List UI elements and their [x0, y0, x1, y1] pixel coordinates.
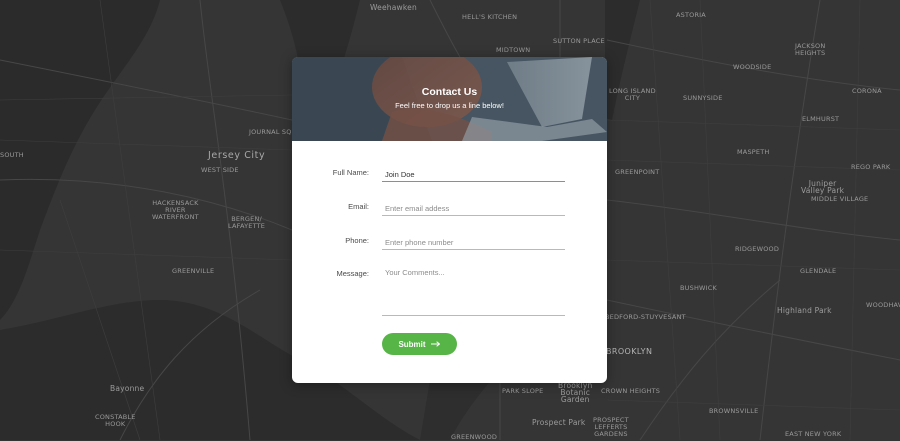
map-label-crown-heights: CROWN HEIGHTS — [601, 387, 661, 395]
contact-header: Contact Us Feel free to drop us a line b… — [292, 57, 607, 141]
map-label-greenpoint: GREENPOINT — [615, 168, 660, 176]
map-label-middle-village: MIDDLE VILLAGE — [811, 195, 869, 203]
map-label-hackensack: HACKENSACK RIVER WATERFRONT — [152, 199, 199, 221]
map-label-elmhurst: ELMHURST — [802, 115, 840, 123]
map-label-brooklyn-botanic: Brooklyn Botanic Garden — [558, 381, 593, 404]
map-label-south-edge: SOUTH — [0, 151, 24, 159]
full-name-field[interactable] — [382, 167, 565, 182]
map-label-east-new-york: EAST NEW YORK — [785, 430, 842, 438]
map-label-astoria: ASTORIA — [676, 11, 706, 19]
contact-card: Contact Us Feel free to drop us a line b… — [292, 57, 607, 383]
map-label-brooklyn: BROOKLYN — [606, 347, 653, 356]
page-subtitle: Feel free to drop us a line below! — [395, 101, 504, 110]
message-label: Message: — [336, 269, 369, 278]
map-label-bushwick: BUSHWICK — [680, 284, 717, 292]
map-label-midtown: MIDTOWN — [496, 46, 531, 54]
map-label-long-island-city: LONG ISLAND CITY — [609, 87, 656, 102]
map-label-bayonne: Bayonne — [110, 384, 145, 393]
full-name-label: Full Name: — [332, 168, 369, 177]
map-label-west-side: WEST SIDE — [201, 166, 239, 174]
map-label-brownsville: BROWNSVILLE — [709, 407, 759, 415]
map-label-highland-park: Highland Park — [777, 306, 832, 315]
map-label-weehawken: Weehawken — [370, 3, 417, 12]
map-label-constable-hook: CONSTABLE HOOK — [95, 413, 136, 428]
map-label-jersey-city: Jersey City — [208, 150, 266, 161]
email-field[interactable] — [382, 201, 565, 216]
map-label-sunnyside: SUNNYSIDE — [683, 94, 723, 102]
map-label-corona: CORONA — [852, 87, 882, 95]
email-label: Email: — [348, 202, 369, 211]
map-label-prospect-lefferts: PROSPECT LEFFERTS GARDENS — [593, 416, 629, 438]
arrow-right-icon — [430, 341, 440, 347]
map-label-bed-stuy: BEDFORD-STUYVESANT — [605, 313, 686, 321]
message-field[interactable] — [382, 268, 565, 316]
map-label-woodside: WOODSIDE — [733, 63, 772, 71]
map-label-juniper-valley: Juniper Valley Park — [801, 179, 845, 195]
laptop-photo — [292, 57, 607, 141]
submit-label: Submit — [398, 339, 426, 349]
map-label-prospect-park: Prospect Park — [532, 418, 586, 427]
map-label-jackson-heights: JACKSON HEIGHTS — [795, 42, 826, 57]
map-label-bergen-lafayette: BERGEN/ LAFAYETTE — [228, 215, 266, 230]
page-title: Contact Us — [421, 86, 478, 98]
map-label-sutton-place: SUTTON PLACE — [553, 37, 605, 45]
map-label-park-slope: PARK SLOPE — [502, 387, 544, 395]
map-label-hells-kitchen: HELL'S KITCHEN — [462, 13, 518, 21]
submit-button[interactable]: Submit — [382, 333, 457, 355]
map-label-greenville: GREENVILLE — [172, 267, 215, 275]
map-label-maspeth: MASPETH — [737, 148, 770, 156]
phone-field[interactable] — [382, 235, 565, 250]
phone-label: Phone: — [345, 236, 369, 245]
map-label-woodhaven: WOODHAVE — [866, 301, 900, 309]
map-label-rego-park: REGO PARK — [851, 163, 891, 171]
map-label-glendale: GLENDALE — [800, 267, 837, 275]
map-label-ridgewood: RIDGEWOOD — [735, 245, 780, 253]
